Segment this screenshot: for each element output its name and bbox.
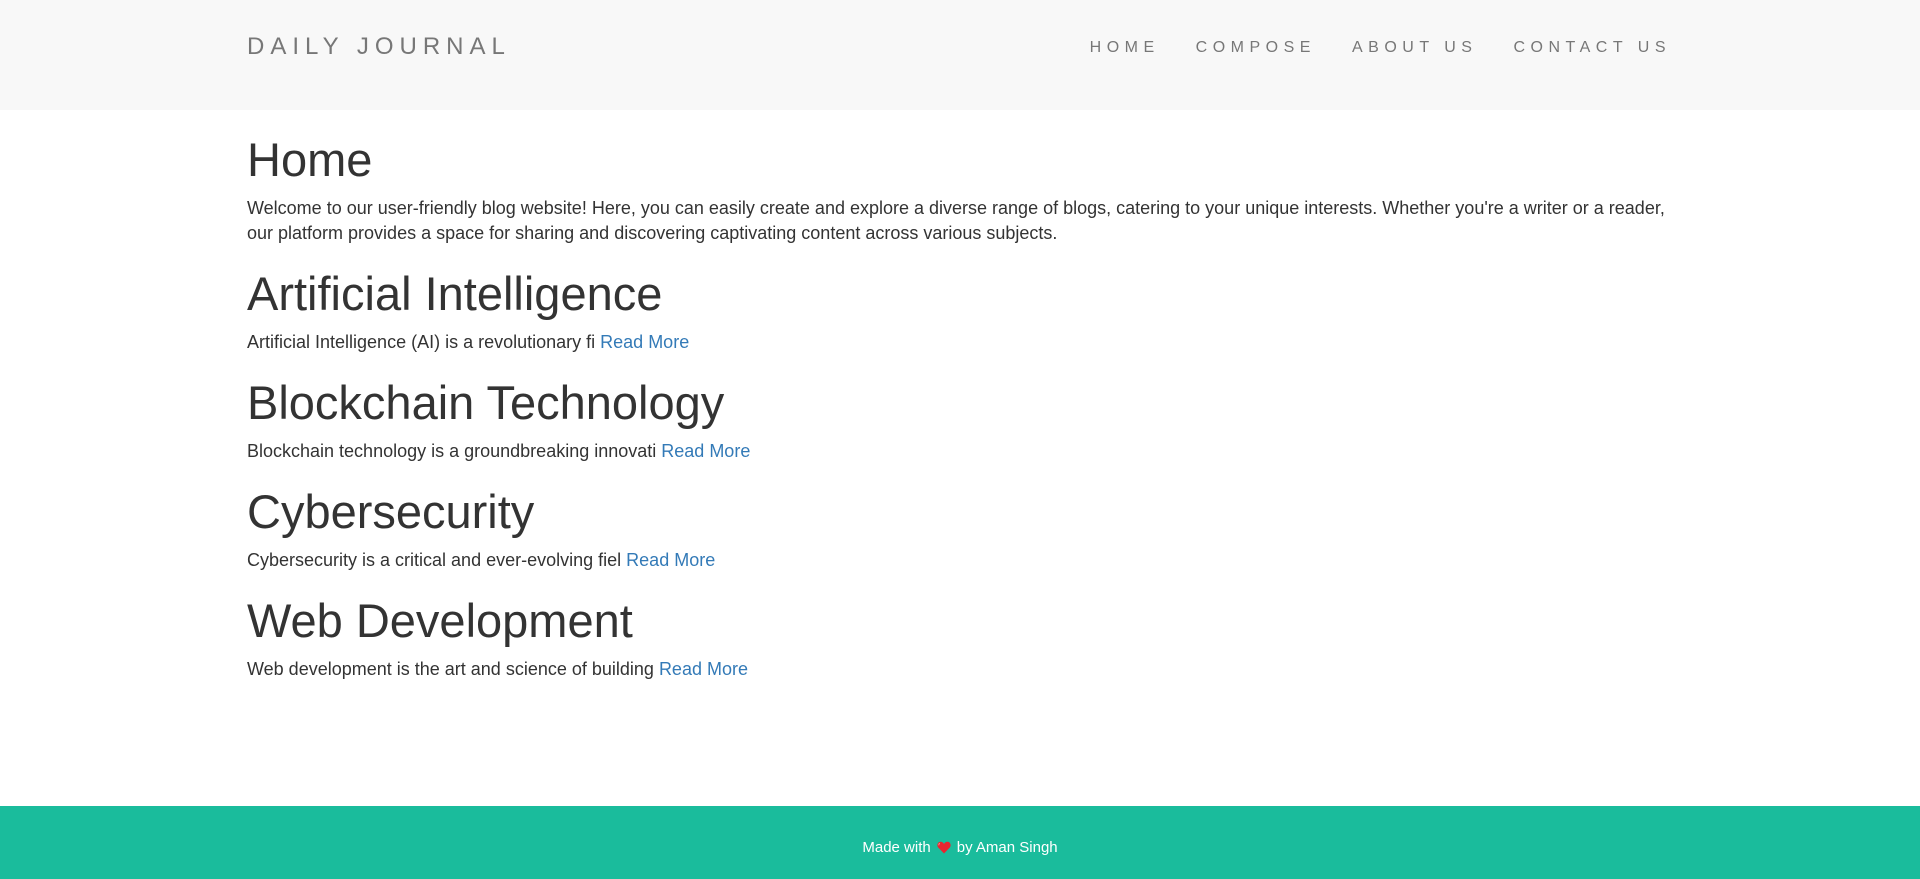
post-item: Artificial Intelligence Artificial Intel… <box>247 268 1672 355</box>
post-excerpt: Cybersecurity is a critical and ever-evo… <box>247 548 1672 573</box>
read-more-link[interactable]: Read More <box>659 659 748 679</box>
nav-link-contact-us[interactable]: CONTACT US <box>1513 39 1671 56</box>
navbar: DAILY JOURNAL HOME COMPOSE ABOUT US CONT… <box>0 0 1920 110</box>
nav-link-compose[interactable]: COMPOSE <box>1196 39 1316 56</box>
nav-item-compose: COMPOSE <box>1196 38 1316 58</box>
post-item: Cybersecurity Cybersecurity is a critica… <box>247 486 1672 573</box>
post-excerpt-text: Cybersecurity is a critical and ever-evo… <box>247 550 622 570</box>
intro-text: Welcome to our user-friendly blog websit… <box>247 198 1665 243</box>
nav-item-home: HOME <box>1090 38 1160 58</box>
nav-item-contact: CONTACT US <box>1513 38 1671 58</box>
post-excerpt-text: Web development is the art and science o… <box>247 659 654 679</box>
heart-icon <box>937 840 951 854</box>
post-excerpt: Web development is the art and science o… <box>247 657 1672 682</box>
post-excerpt-text: Artificial Intelligence (AI) is a revolu… <box>247 332 596 352</box>
post-title: Web Development <box>247 594 633 647</box>
footer-credit: Made with by Aman Singh <box>0 838 1920 858</box>
footer: Made with by Aman Singh <box>0 806 1920 879</box>
post-item: Blockchain Technology Blockchain technol… <box>247 377 1672 464</box>
nav-item-about: ABOUT US <box>1352 38 1478 58</box>
post-excerpt: Artificial Intelligence (AI) is a revolu… <box>247 330 1672 355</box>
page-title: Home <box>247 133 373 186</box>
read-more-link[interactable]: Read More <box>661 441 750 461</box>
read-more-link[interactable]: Read More <box>600 332 689 352</box>
post-excerpt-text: Blockchain technology is a groundbreakin… <box>247 441 657 461</box>
nav-link-about-us[interactable]: ABOUT US <box>1352 39 1478 56</box>
footer-author: by Aman Singh <box>956 839 1058 856</box>
post-title: Artificial Intelligence <box>247 267 663 320</box>
post-title: Blockchain Technology <box>247 376 725 429</box>
post-item: Web Development Web development is the a… <box>247 595 1672 682</box>
footer-prefix: Made with <box>862 839 931 856</box>
post-title: Cybersecurity <box>247 485 535 538</box>
read-more-link[interactable]: Read More <box>626 550 715 570</box>
main-content: Home Welcome to our user-friendly blog w… <box>247 110 1672 692</box>
nav-link-home[interactable]: HOME <box>1090 39 1160 56</box>
nav-menu: HOME COMPOSE ABOUT US CONTACT US <box>1054 38 1671 58</box>
brand-logo-link[interactable]: DAILY JOURNAL <box>247 33 511 61</box>
post-excerpt: Blockchain technology is a groundbreakin… <box>247 439 1672 464</box>
